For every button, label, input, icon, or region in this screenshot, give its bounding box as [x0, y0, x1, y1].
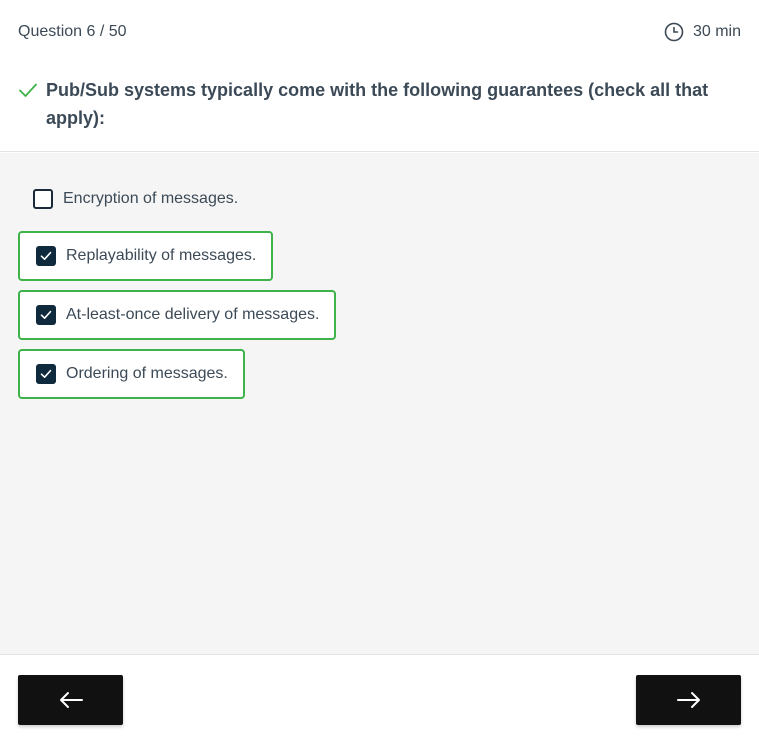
arrow-left-icon [59, 692, 83, 708]
next-button[interactable] [636, 675, 741, 725]
arrow-right-icon [676, 692, 700, 708]
checkbox-unchecked[interactable] [33, 189, 53, 209]
option-label: At-least-once delivery of messages. [66, 306, 320, 323]
quiz-page: Question 6 / 50 30 min Pub/Sub systems t… [0, 0, 759, 742]
checkbox-checked[interactable] [36, 246, 56, 266]
question-counter: Question 6 / 50 [18, 23, 127, 40]
checkbox-checked[interactable] [36, 305, 56, 325]
option-label: Replayability of messages. [66, 247, 257, 264]
timer: 30 min [664, 22, 741, 42]
clock-icon [664, 22, 684, 42]
option-ordering[interactable]: Ordering of messages. [18, 349, 245, 399]
option-label: Ordering of messages. [66, 365, 228, 382]
option-encryption[interactable]: Encryption of messages. [33, 189, 238, 209]
option-replayability[interactable]: Replayability of messages. [18, 231, 274, 281]
check-mark-icon [40, 369, 52, 378]
question: Pub/Sub systems typically come with the … [18, 76, 718, 132]
back-button[interactable] [18, 675, 123, 725]
checkbox-checked[interactable] [36, 364, 56, 384]
check-mark-icon [40, 251, 52, 260]
option-at-least-once[interactable]: At-least-once delivery of messages. [18, 290, 337, 340]
quiz-header: Question 6 / 50 30 min Pub/Sub systems t… [0, 0, 759, 152]
option-label: Encryption of messages. [63, 190, 239, 207]
timer-label: 30 min [692, 23, 741, 40]
checkmark-icon [18, 80, 38, 100]
check-mark-icon [40, 310, 52, 319]
quiz-footer [0, 654, 759, 742]
question-text: Pub/Sub systems typically come with the … [46, 80, 709, 128]
options-area [0, 153, 759, 654]
